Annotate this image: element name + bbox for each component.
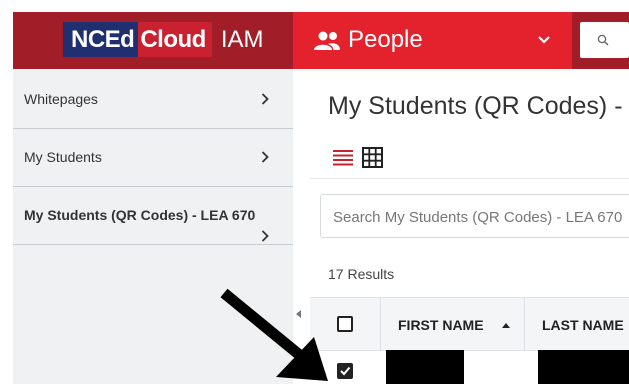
student-search-field[interactable] xyxy=(320,194,629,238)
nced-cloud-logo[interactable]: NCEd Cloud IAM xyxy=(63,22,264,57)
brand-bar: NCEd Cloud IAM xyxy=(13,12,293,69)
column-separator xyxy=(380,298,381,352)
chevron-right-icon xyxy=(261,151,269,163)
people-icon xyxy=(314,31,340,50)
sidebar-item-my-students[interactable]: My Students xyxy=(13,129,293,187)
student-search-input[interactable] xyxy=(333,205,625,229)
chevron-right-icon xyxy=(261,93,269,105)
sidebar-item-whitepages[interactable]: Whitepages xyxy=(13,69,293,129)
chevron-right-icon xyxy=(261,230,269,242)
redacted-last-name xyxy=(538,350,629,384)
toolbar-divider xyxy=(310,178,629,179)
sidebar-item-label: Whitepages xyxy=(24,91,98,107)
module-switcher[interactable]: People xyxy=(293,12,572,69)
sidebar-item-label: My Students xyxy=(24,149,102,165)
list-view-icon[interactable] xyxy=(333,148,353,168)
column-header-last-name[interactable]: LAST NAME xyxy=(542,317,624,333)
global-search-input[interactable] xyxy=(580,22,629,58)
logo-suffix-iam: IAM xyxy=(220,26,264,53)
module-label: People xyxy=(348,26,423,53)
annotation-arrow xyxy=(220,288,328,381)
grid-view-icon[interactable] xyxy=(362,147,383,168)
table-header: FIRST NAME LAST NAME xyxy=(310,297,629,352)
page-title: My Students (QR Codes) - xyxy=(328,92,623,120)
sort-ascending-icon[interactable] xyxy=(502,323,510,328)
global-search-area xyxy=(572,12,629,69)
logo-part-cloud: Cloud xyxy=(138,22,212,57)
row-checkbox[interactable] xyxy=(337,363,353,379)
results-count: 17 Results xyxy=(328,266,395,282)
sidebar-item-label: My Students (QR Codes) - LEA 670 xyxy=(24,207,256,223)
column-header-first-name[interactable]: FIRST NAME xyxy=(398,317,484,333)
chevron-down-icon[interactable] xyxy=(538,35,550,45)
search-icon xyxy=(597,34,609,46)
sidebar-item-my-students-qr-codes[interactable]: My Students (QR Codes) - LEA 670 xyxy=(13,187,293,245)
redacted-first-name xyxy=(386,350,464,384)
logo-part-nced: NCEd xyxy=(63,22,139,57)
select-all-checkbox[interactable] xyxy=(337,316,353,332)
column-separator xyxy=(524,298,525,352)
checkmark-icon xyxy=(340,366,351,376)
